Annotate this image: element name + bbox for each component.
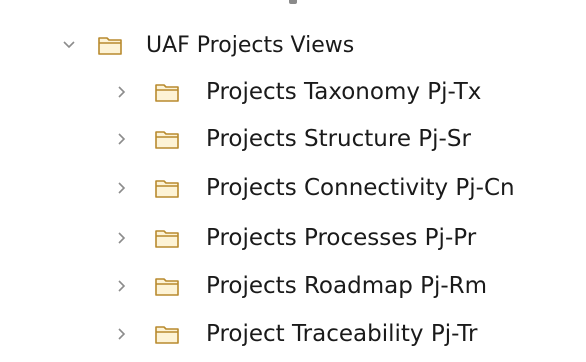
tree-node-label: UAF Projects Views bbox=[146, 32, 355, 58]
tree-node-project-traceability[interactable]: Project Traceability Pj-Tr bbox=[110, 314, 477, 354]
chevron-right-icon[interactable] bbox=[110, 274, 134, 298]
tree-node-label: Projects Connectivity Pj-Cn bbox=[206, 175, 515, 201]
project-tree: UAF Projects Views Projects Taxonomy Pj-… bbox=[0, 0, 586, 362]
tree-node-projects-roadmap[interactable]: Projects Roadmap Pj-Rm bbox=[110, 266, 487, 306]
folder-icon bbox=[154, 227, 180, 249]
tree-node-label: Projects Roadmap Pj-Rm bbox=[206, 273, 488, 299]
chevron-right-icon[interactable] bbox=[110, 80, 134, 104]
folder-icon bbox=[154, 128, 180, 150]
tree-node-label: Projects Structure Pj-Sr bbox=[206, 126, 471, 152]
folder-icon bbox=[97, 34, 123, 56]
tree-node-label: Projects Taxonomy Pj-Tx bbox=[206, 79, 482, 105]
chevron-right-icon[interactable] bbox=[110, 226, 134, 250]
tree-node-label: Project Traceability Pj-Tr bbox=[206, 321, 478, 347]
folder-icon bbox=[154, 323, 180, 345]
clipped-item-fragment bbox=[289, 0, 297, 4]
folder-icon bbox=[154, 81, 180, 103]
chevron-down-icon[interactable] bbox=[57, 33, 81, 57]
tree-node-projects-processes[interactable]: Projects Processes Pj-Pr bbox=[110, 218, 476, 258]
folder-icon bbox=[154, 177, 180, 199]
tree-node-projects-connectivity[interactable]: Projects Connectivity Pj-Cn bbox=[110, 168, 515, 208]
tree-node-projects-taxonomy[interactable]: Projects Taxonomy Pj-Tx bbox=[110, 72, 481, 112]
chevron-right-icon[interactable] bbox=[110, 322, 134, 346]
chevron-right-icon[interactable] bbox=[110, 176, 134, 200]
tree-node-uaf-projects-views[interactable]: UAF Projects Views bbox=[57, 25, 354, 65]
tree-node-projects-structure[interactable]: Projects Structure Pj-Sr bbox=[110, 119, 471, 159]
chevron-right-icon[interactable] bbox=[110, 127, 134, 151]
tree-node-label: Projects Processes Pj-Pr bbox=[206, 225, 477, 251]
folder-icon bbox=[154, 275, 180, 297]
